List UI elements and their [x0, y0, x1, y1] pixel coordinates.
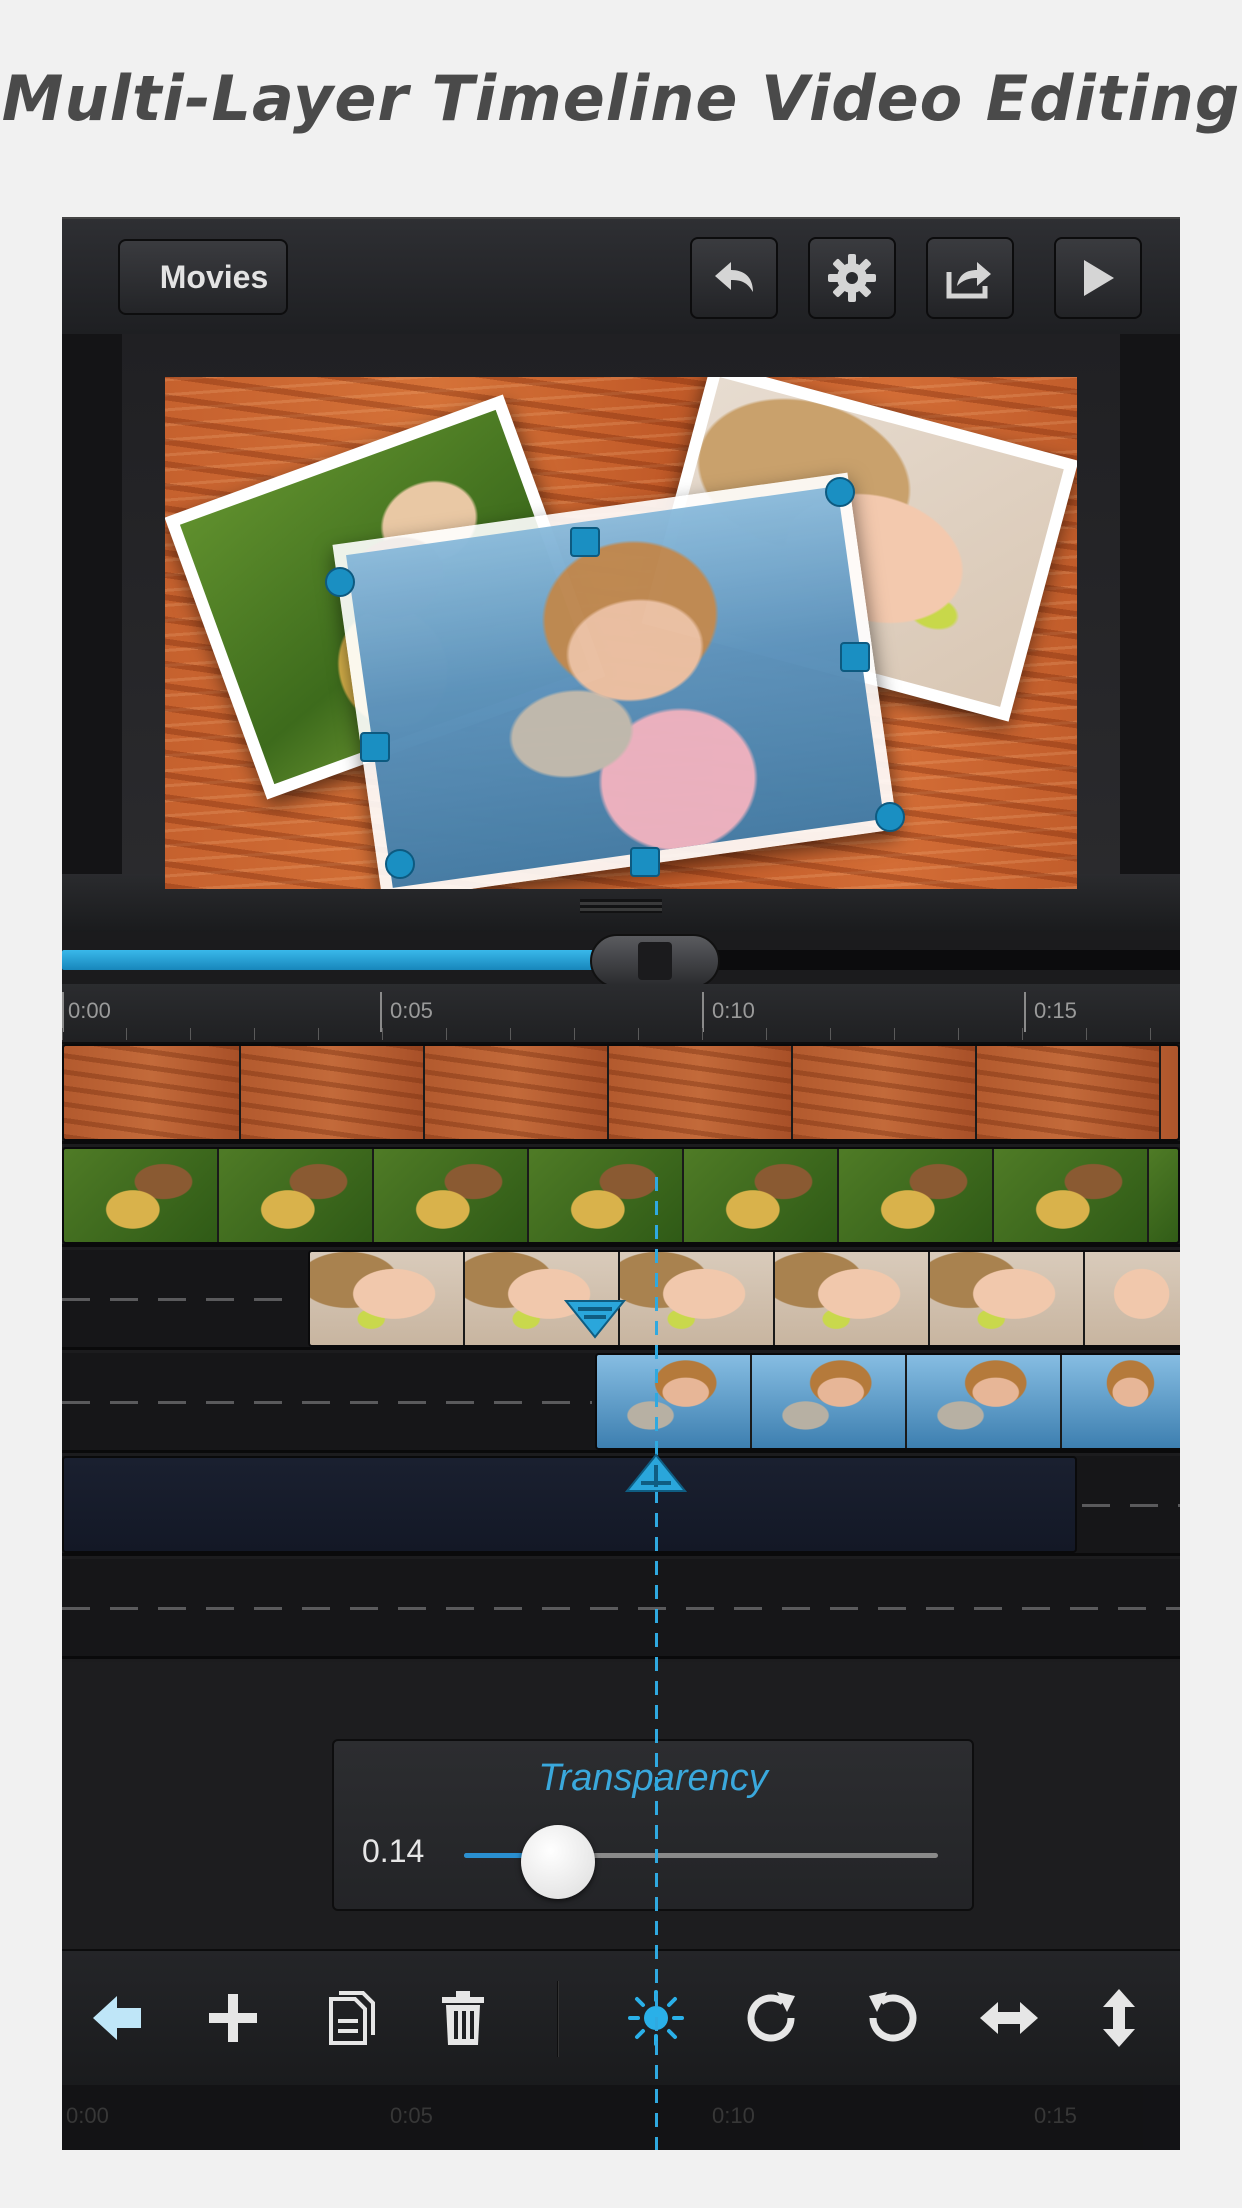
share-button[interactable] [926, 237, 1014, 319]
clip-wood[interactable] [62, 1044, 1180, 1141]
ghost-ruler-label-0: 0:00 [66, 2103, 109, 2128]
rotate-right-icon [747, 1992, 795, 2042]
empty-track-segment [62, 1401, 592, 1404]
copy-icon [329, 1991, 375, 2045]
clip-boy-teddy[interactable] [62, 1147, 1180, 1244]
transform-handle[interactable] [570, 527, 600, 557]
empty-track-segment [62, 1298, 302, 1301]
rotate-left-icon [869, 1992, 917, 2042]
transition-marker-up[interactable] [625, 1451, 687, 1495]
rotate-right-button[interactable] [738, 1983, 808, 2053]
back-arrow-button[interactable] [82, 1983, 152, 2053]
movies-back-label: Movies [159, 258, 269, 295]
ruler-tick [1024, 992, 1026, 1032]
settings-button[interactable] [808, 237, 896, 319]
play-icon [1084, 260, 1114, 296]
play-button[interactable] [1054, 237, 1142, 319]
resize-grip[interactable] [580, 899, 662, 913]
transform-handle[interactable] [360, 732, 390, 762]
rotate-handle[interactable] [385, 849, 415, 879]
trash-icon [442, 1991, 484, 2045]
delete-button[interactable] [428, 1983, 498, 2053]
copy-button[interactable] [316, 1983, 386, 2053]
movies-back-button[interactable]: Movies [118, 239, 288, 315]
ruler-label-2: 0:10 [712, 998, 755, 1023]
transparency-value: 0.14 [362, 1833, 425, 1869]
clip-girl-shell[interactable] [595, 1353, 1180, 1450]
time-ruler[interactable]: 0:00 0:05 0:10 0:15 [62, 984, 1180, 1044]
plus-icon [209, 1994, 257, 2042]
timeline-scrubber[interactable] [62, 932, 1180, 988]
ruler-label-3: 0:15 [1034, 998, 1077, 1023]
photo-girl-shell-selected[interactable] [332, 472, 898, 889]
video-preview-canvas[interactable] [165, 377, 1077, 889]
preview-stage [62, 334, 1180, 932]
arrow-left-icon [93, 1996, 141, 2040]
ghost-toolbar: 0:00 0:05 0:10 0:15 [62, 2085, 1180, 2150]
transform-handle[interactable] [875, 802, 905, 832]
transform-handle[interactable] [840, 642, 870, 672]
flip-horizontal-button[interactable] [974, 1983, 1044, 2053]
transparency-slider-fill [464, 1853, 530, 1858]
top-toolbar: Movies [62, 217, 1180, 334]
ruler-tick [702, 992, 704, 1032]
transition-marker-down[interactable] [564, 1297, 626, 1341]
playhead-line[interactable] [655, 1177, 658, 2150]
ruler-label-1: 0:05 [390, 998, 433, 1023]
transparency-slider-knob[interactable] [521, 1825, 595, 1899]
track-girl-shell[interactable] [62, 1353, 1180, 1453]
undo-icon [715, 262, 753, 292]
track-boy-teddy[interactable] [62, 1147, 1180, 1247]
clip-girl-toothbrush[interactable] [308, 1250, 1180, 1347]
gear-icon [828, 254, 876, 302]
transform-handle[interactable] [630, 847, 660, 877]
headline: Multi-Layer Timeline Video Editing [1, 62, 1241, 135]
app-window: Movies 0:00 0:05 0:10 0:15 Transparency … [62, 217, 1180, 2150]
ruler-label-0: 0:00 [68, 998, 111, 1023]
clip-effect-selected[interactable] [62, 1456, 1077, 1553]
track-effect-layer[interactable] [62, 1456, 1180, 1556]
ruler-tick [380, 992, 382, 1032]
flip-horizontal-icon [980, 2002, 1038, 2034]
transparency-panel: Transparency 0.14 [332, 1739, 974, 1911]
ghost-ruler-label-2: 0:10 [712, 2103, 755, 2128]
track-empty[interactable] [62, 1559, 1180, 1659]
transform-handle[interactable] [825, 477, 855, 507]
ruler-tick [62, 992, 64, 1032]
ruler-minor-ticks [62, 1028, 1180, 1040]
rotate-left-button[interactable] [856, 1983, 926, 2053]
add-button[interactable] [198, 1983, 268, 2053]
scrubber-progress [62, 950, 612, 970]
transparency-title: Transparency [538, 1757, 768, 1799]
empty-track-segment [1082, 1504, 1180, 1507]
flip-vertical-button[interactable] [1084, 1983, 1154, 2053]
track-background-wood[interactable] [62, 1044, 1180, 1144]
share-icon [946, 262, 991, 299]
undo-button[interactable] [690, 237, 778, 319]
scrubber-knob[interactable] [590, 934, 720, 988]
ghost-ruler-label-3: 0:15 [1034, 2103, 1077, 2128]
empty-track-segment [62, 1607, 1180, 1610]
transform-handle[interactable] [325, 567, 355, 597]
bottom-toolbar [62, 1949, 1180, 2085]
ghost-ruler-label-1: 0:05 [390, 2103, 433, 2128]
toolbar-separator [557, 1981, 559, 2057]
flip-vertical-icon [1103, 1989, 1135, 2047]
